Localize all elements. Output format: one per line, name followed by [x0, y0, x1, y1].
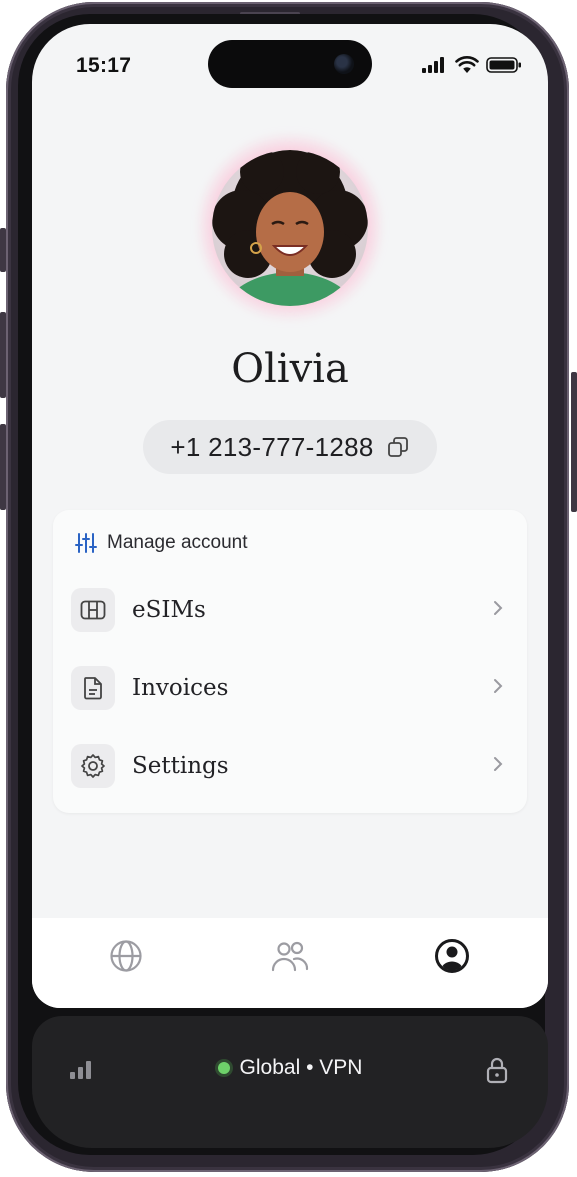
tab-profile[interactable]: [432, 936, 472, 976]
sliders-icon: [75, 533, 97, 553]
menu-item-label: Settings: [132, 753, 229, 779]
manage-account-card: Manage account eSIMs Invoices Settings: [53, 510, 527, 813]
chevron-right-icon: [494, 757, 503, 771]
manage-account-title: Manage account: [107, 532, 248, 553]
action-button: [0, 228, 6, 272]
app-screen: 15:17 Olivia +1 213-777-1288 Manage acco…: [32, 24, 548, 1008]
status-icons: [422, 56, 522, 74]
power-button: [571, 372, 577, 512]
battery-icon: [486, 57, 521, 73]
menu-item-label: eSIMs: [132, 597, 206, 623]
sim-card-icon: [71, 588, 115, 632]
profile-avatar[interactable]: [198, 132, 382, 322]
wifi-icon: [455, 56, 479, 73]
lock-icon[interactable]: [486, 1056, 508, 1084]
cellular-signal-icon: [422, 57, 444, 73]
tab-bar: [32, 918, 548, 1008]
vpn-status-text: Global • VPN: [239, 1056, 363, 1079]
copy-icon[interactable]: [386, 435, 410, 459]
chevron-right-icon: [494, 679, 503, 693]
volume-up-button: [0, 312, 6, 398]
tab-people[interactable]: [270, 936, 310, 976]
phone-number-pill[interactable]: +1 213-777-1288: [143, 420, 437, 474]
avatar-photo: [212, 150, 368, 306]
profile-name: Olivia: [231, 346, 349, 392]
dynamic-island: [208, 40, 372, 88]
status-time: 15:17: [76, 54, 132, 77]
phone-number: +1 213-777-1288: [170, 431, 374, 462]
gear-icon: [71, 744, 115, 788]
manage-account-header: Manage account: [75, 532, 248, 554]
menu-item-invoices[interactable]: Invoices: [71, 658, 511, 718]
vpn-connected-indicator: [217, 1062, 230, 1074]
document-icon: [71, 666, 115, 710]
globe-icon: [110, 940, 142, 972]
people-icon: [271, 941, 309, 972]
menu-item-settings[interactable]: Settings: [71, 736, 511, 796]
vpn-status-bar[interactable]: Global • VPN: [32, 1016, 548, 1148]
profile-icon: [435, 939, 469, 973]
menu-item-esims[interactable]: eSIMs: [71, 580, 511, 640]
front-camera: [334, 54, 354, 74]
chevron-right-icon: [494, 601, 503, 615]
tab-globe[interactable]: [106, 936, 146, 976]
volume-down-button: [0, 424, 6, 510]
menu-item-label: Invoices: [132, 675, 229, 701]
vpn-status: Global • VPN: [32, 1056, 548, 1080]
